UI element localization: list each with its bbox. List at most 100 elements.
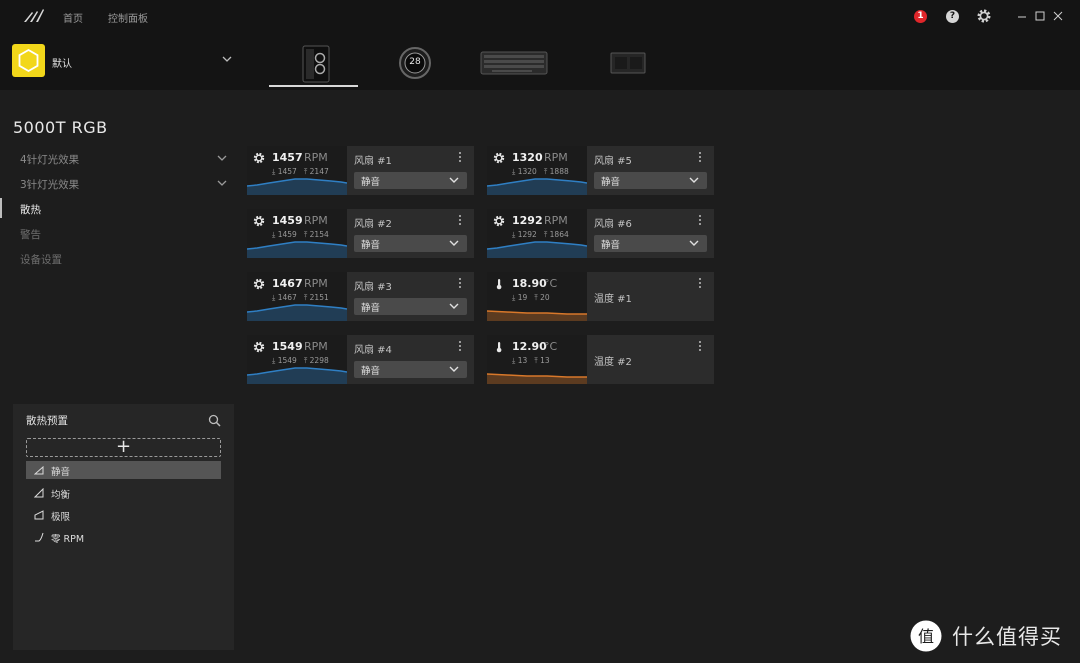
sensor-name: 风扇 #1 xyxy=(354,156,392,167)
sensor-unit: RPM xyxy=(304,151,328,164)
chevron-down-icon xyxy=(449,303,459,309)
sensor-reading-panel: 1292 RPM ⤓ 1292 ⤒ 1864 xyxy=(487,209,587,258)
thermometer-icon xyxy=(496,342,502,353)
nav-home[interactable]: 首页 xyxy=(63,10,83,25)
curve-extreme-icon xyxy=(34,510,44,520)
fan-card[interactable]: 1549 RPM ⤓ 1549 ⤒ 2298 风扇 #4 静音 xyxy=(247,335,474,384)
more-options-icon[interactable] xyxy=(695,277,705,289)
sensor-reading-panel: 1459 RPM ⤓ 1459 ⤒ 2154 xyxy=(247,209,347,258)
fan-mode-select[interactable]: 静音 xyxy=(594,172,707,189)
fan-mode-value: 静音 xyxy=(601,177,621,188)
sidebar-item-device-settings[interactable]: 设备设置 xyxy=(20,252,62,267)
fan-mode-select[interactable]: 静音 xyxy=(594,235,707,252)
chevron-down-icon[interactable] xyxy=(221,55,233,63)
sensor-min: 1292 xyxy=(517,230,537,239)
fan-gear-icon xyxy=(493,152,505,164)
sensor-min-max: ⤓ 1320 ⤒ 1888 xyxy=(512,167,569,177)
sensor-name: 风扇 #3 xyxy=(354,282,392,293)
more-options-icon[interactable] xyxy=(455,340,465,352)
fan-gear-icon xyxy=(493,215,505,227)
thermometer-icon xyxy=(496,279,502,290)
preset-zero-rpm[interactable]: 零 RPM xyxy=(26,528,221,546)
fan-mode-value: 静音 xyxy=(361,366,381,377)
temperature-card[interactable]: 18.90 °C ⤓ 19 ⤒ 20 温度 #1 xyxy=(487,272,714,321)
preset-balanced[interactable]: 均衡 xyxy=(26,484,221,502)
fan-card[interactable]: 1457 RPM ⤓ 1457 ⤒ 2147 风扇 #1 静音 xyxy=(247,146,474,195)
fan-card[interactable]: 1459 RPM ⤓ 1459 ⤒ 2154 风扇 #2 静音 xyxy=(247,209,474,258)
fan-gear-icon xyxy=(253,341,265,353)
maximize-icon[interactable] xyxy=(1033,9,1047,23)
fan-mode-select[interactable]: 静音 xyxy=(354,298,467,315)
sensor-reading-panel: 1549 RPM ⤓ 1549 ⤒ 2298 xyxy=(247,335,347,384)
sensor-name: 风扇 #5 xyxy=(594,156,632,167)
settings-gear-icon[interactable] xyxy=(976,8,992,24)
profile-name[interactable]: 默认 xyxy=(52,55,72,70)
sensor-max: 1888 xyxy=(549,167,569,176)
sensor-name: 风扇 #6 xyxy=(594,219,632,230)
preset-extreme[interactable]: 极限 xyxy=(26,506,221,524)
keyboard-device-icon[interactable] xyxy=(480,49,548,77)
fan-mode-value: 静音 xyxy=(361,240,381,251)
more-options-icon[interactable] xyxy=(455,151,465,163)
sidebar-item-alerts[interactable]: 警告 xyxy=(20,227,41,242)
search-icon[interactable] xyxy=(208,414,221,427)
selected-device-indicator xyxy=(269,85,358,87)
fan-gear-icon xyxy=(253,152,265,164)
sensor-min-max: ⤓ 1467 ⤒ 2151 xyxy=(272,293,329,303)
nav-dashboard[interactable]: 控制面板 xyxy=(108,10,148,25)
sensor-reading-panel: 18.90 °C ⤓ 19 ⤒ 20 xyxy=(487,272,587,321)
preset-label: 零 RPM xyxy=(51,534,85,545)
sensor-value: 1467 xyxy=(272,277,303,290)
sensor-unit: °C xyxy=(544,340,558,353)
fan-card[interactable]: 1320 RPM ⤓ 1320 ⤒ 1888 风扇 #5 静音 xyxy=(487,146,714,195)
fan-gear-icon xyxy=(253,215,265,227)
corsair-logo-icon xyxy=(24,9,44,22)
notification-badge-icon[interactable]: 1 xyxy=(914,10,927,23)
more-options-icon[interactable] xyxy=(695,340,705,352)
fan-card[interactable]: 1292 RPM ⤓ 1292 ⤒ 1864 风扇 #6 静音 xyxy=(487,209,714,258)
smzdm-logo-icon: 值 xyxy=(910,620,942,652)
chevron-down-icon[interactable] xyxy=(217,155,227,162)
preset-quiet[interactable]: 静音 xyxy=(26,461,221,479)
curve-quiet-icon xyxy=(34,465,44,475)
sensor-value: 18.90 xyxy=(512,277,547,290)
add-preset-button[interactable]: + xyxy=(26,438,221,457)
sensor-max: 1864 xyxy=(549,230,569,239)
more-options-icon[interactable] xyxy=(455,277,465,289)
minimize-icon[interactable] xyxy=(1015,9,1029,23)
sensor-min: 1457 xyxy=(277,167,297,176)
temperature-card[interactable]: 12.90 °C ⤓ 13 ⤒ 13 温度 #2 xyxy=(487,335,714,384)
sensor-name: 风扇 #2 xyxy=(354,219,392,230)
sensor-min-max: ⤓ 1459 ⤒ 2154 xyxy=(272,230,329,240)
sensor-max: 2147 xyxy=(309,167,329,176)
fan-card[interactable]: 1467 RPM ⤓ 1467 ⤒ 2151 风扇 #3 静音 xyxy=(247,272,474,321)
sensor-max: 13 xyxy=(540,356,550,365)
sidebar-item-4pin-lighting[interactable]: 4针灯光效果 xyxy=(20,152,79,167)
fan-mode-value: 静音 xyxy=(361,303,381,314)
sidebar-item-cooling[interactable]: 散热 xyxy=(20,202,41,217)
chevron-down-icon xyxy=(689,177,699,183)
sensor-name: 风扇 #4 xyxy=(354,345,392,356)
help-icon[interactable]: ? xyxy=(946,10,959,23)
profile-icon[interactable] xyxy=(12,44,45,77)
curve-zero-rpm-icon xyxy=(35,532,44,542)
chevron-down-icon[interactable] xyxy=(217,180,227,187)
fan-mode-select[interactable]: 静音 xyxy=(354,235,467,252)
sidebar-item-3pin-lighting[interactable]: 3针灯光效果 xyxy=(20,177,79,192)
case-device-icon[interactable] xyxy=(300,44,332,84)
chevron-down-icon xyxy=(449,240,459,246)
sensor-min: 1320 xyxy=(517,167,537,176)
sensor-min-max: ⤓ 1292 ⤒ 1864 xyxy=(512,230,569,240)
sensor-max: 2151 xyxy=(309,293,329,302)
fan-mode-select[interactable]: 静音 xyxy=(354,172,467,189)
more-options-icon[interactable] xyxy=(455,214,465,226)
fan-gear-icon xyxy=(253,278,265,290)
close-icon[interactable] xyxy=(1051,9,1065,23)
more-options-icon[interactable] xyxy=(695,214,705,226)
sensor-name: 温度 #2 xyxy=(594,357,632,368)
gpu-device-icon[interactable] xyxy=(610,49,646,77)
sensor-reading-panel: 1320 RPM ⤓ 1320 ⤒ 1888 xyxy=(487,146,587,195)
fan-mode-select[interactable]: 静音 xyxy=(354,361,467,378)
sensor-max: 20 xyxy=(540,293,550,302)
more-options-icon[interactable] xyxy=(695,151,705,163)
